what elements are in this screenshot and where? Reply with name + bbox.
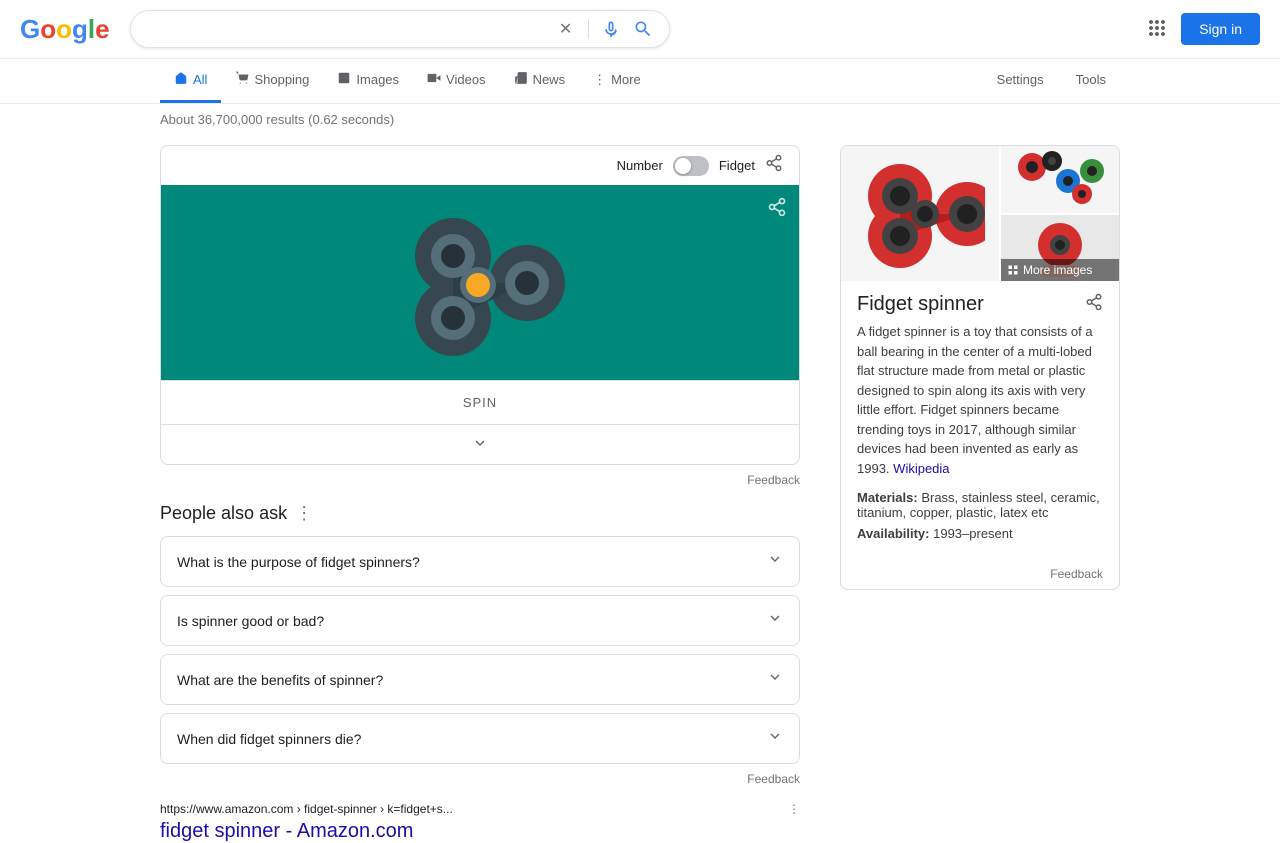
shopping-icon [235, 71, 249, 88]
tab-news[interactable]: News [500, 59, 580, 103]
paa-question-4[interactable]: When did fidget spinners die? [161, 714, 799, 763]
spinner-feedback-link[interactable]: Feedback [160, 473, 800, 487]
result-title[interactable]: fidget spinner - Amazon.com [160, 820, 800, 843]
spinner-expand-button[interactable] [161, 424, 799, 464]
fidget-spinner-graphic [375, 188, 585, 378]
clear-icon[interactable] [556, 19, 576, 39]
chevron-down-icon [472, 438, 488, 454]
header: Google fidget spinner Sign in [0, 0, 1280, 59]
chevron-down-icon [767, 669, 783, 690]
chevron-down-icon [767, 551, 783, 572]
amazon-search-result: https://www.amazon.com › fidget-spinner … [160, 802, 800, 843]
people-also-ask-section: People also ask ⋮ What is the purpose of… [160, 503, 800, 786]
header-right: Sign in [1145, 13, 1260, 45]
videos-icon [427, 71, 441, 88]
tab-images[interactable]: Images [323, 59, 413, 103]
paa-question-3[interactable]: What are the benefits of spinner? [161, 655, 799, 704]
apps-grid-icon[interactable] [1145, 16, 1169, 43]
tab-settings[interactable]: Settings [983, 60, 1058, 102]
results-count: About 36,700,000 results (0.62 seconds) [0, 104, 1280, 135]
images-grid[interactable]: More images [841, 146, 1119, 281]
nav-tabs: All Shopping Images Videos News ⋮ More S… [0, 59, 1280, 104]
spin-button[interactable]: SPIN [161, 380, 799, 424]
images-icon [337, 71, 351, 88]
paa-item-1[interactable]: What is the purpose of fidget spinners? [160, 536, 800, 587]
side-image-bottom[interactable]: More images [1001, 215, 1119, 281]
google-logo[interactable]: Google [20, 14, 110, 45]
paa-header: People also ask ⋮ [160, 503, 800, 524]
news-icon [514, 71, 528, 88]
tab-shopping[interactable]: Shopping [221, 59, 323, 103]
toggle-switch[interactable] [673, 156, 709, 176]
more-images-overlay[interactable]: More images [1001, 259, 1119, 281]
materials-attribute: Materials: Brass, stainless steel, ceram… [857, 490, 1103, 520]
all-icon [174, 71, 188, 88]
paa-item-3[interactable]: What are the benefits of spinner? [160, 654, 800, 705]
panel-share-icon[interactable] [1085, 293, 1103, 316]
tab-tools[interactable]: Tools [1062, 60, 1120, 102]
search-submit-icon[interactable] [633, 19, 653, 39]
voice-search-icon[interactable] [601, 19, 621, 39]
share-icon[interactable] [765, 154, 783, 177]
spinner-header: Number Fidget [161, 146, 799, 185]
spinner-canvas[interactable] [161, 185, 799, 380]
paa-feedback-link[interactable]: Feedback [160, 772, 800, 786]
tab-videos[interactable]: Videos [413, 59, 500, 103]
main-image-spinner [855, 154, 985, 274]
availability-attribute: Availability: 1993–present [857, 526, 1103, 541]
more-dots-icon: ⋮ [593, 72, 606, 88]
paa-question-1[interactable]: What is the purpose of fidget spinners? [161, 537, 799, 586]
panel-title-row: Fidget spinner [841, 281, 1119, 322]
paa-title: People also ask [160, 503, 287, 524]
side-images: More images [1001, 146, 1119, 281]
spinner-widget-card: Number Fidget [160, 145, 800, 465]
side-image-top[interactable] [1001, 146, 1119, 213]
colorful-spinners-image [1010, 149, 1110, 211]
search-icons [556, 19, 653, 39]
toggle-knob [675, 158, 691, 174]
right-column: More images Fidget spinner A fidget spin… [840, 145, 1120, 843]
toggle-fidget-label: Fidget [719, 158, 755, 173]
search-input[interactable]: fidget spinner [147, 20, 548, 38]
panel-attributes: Materials: Brass, stainless steel, ceram… [841, 490, 1119, 559]
main-content: Number Fidget [0, 145, 1280, 843]
paa-options-icon[interactable]: ⋮ [295, 503, 313, 524]
result-url: https://www.amazon.com › fidget-spinner … [160, 802, 800, 816]
tab-more[interactable]: ⋮ More [579, 60, 655, 103]
left-column: Number Fidget [160, 145, 800, 843]
panel-description: A fidget spinner is a toy that consists … [841, 322, 1119, 490]
chevron-down-icon [767, 610, 783, 631]
wikipedia-link[interactable]: Wikipedia [893, 461, 949, 476]
toggle-number-label: Number [617, 158, 663, 173]
sign-in-button[interactable]: Sign in [1181, 13, 1260, 45]
knowledge-panel: More images Fidget spinner A fidget spin… [840, 145, 1120, 590]
main-image[interactable] [841, 146, 1001, 281]
paa-item-4[interactable]: When did fidget spinners die? [160, 713, 800, 764]
panel-title: Fidget spinner [857, 293, 984, 316]
paa-question-2[interactable]: Is spinner good or bad? [161, 596, 799, 645]
tab-all[interactable]: All [160, 59, 221, 103]
result-options-icon[interactable]: ⋮ [788, 802, 800, 816]
share-canvas-icon[interactable] [767, 197, 787, 222]
chevron-down-icon [767, 728, 783, 749]
panel-feedback-link[interactable]: Feedback [841, 559, 1119, 589]
paa-item-2[interactable]: Is spinner good or bad? [160, 595, 800, 646]
search-bar: fidget spinner [130, 10, 670, 48]
